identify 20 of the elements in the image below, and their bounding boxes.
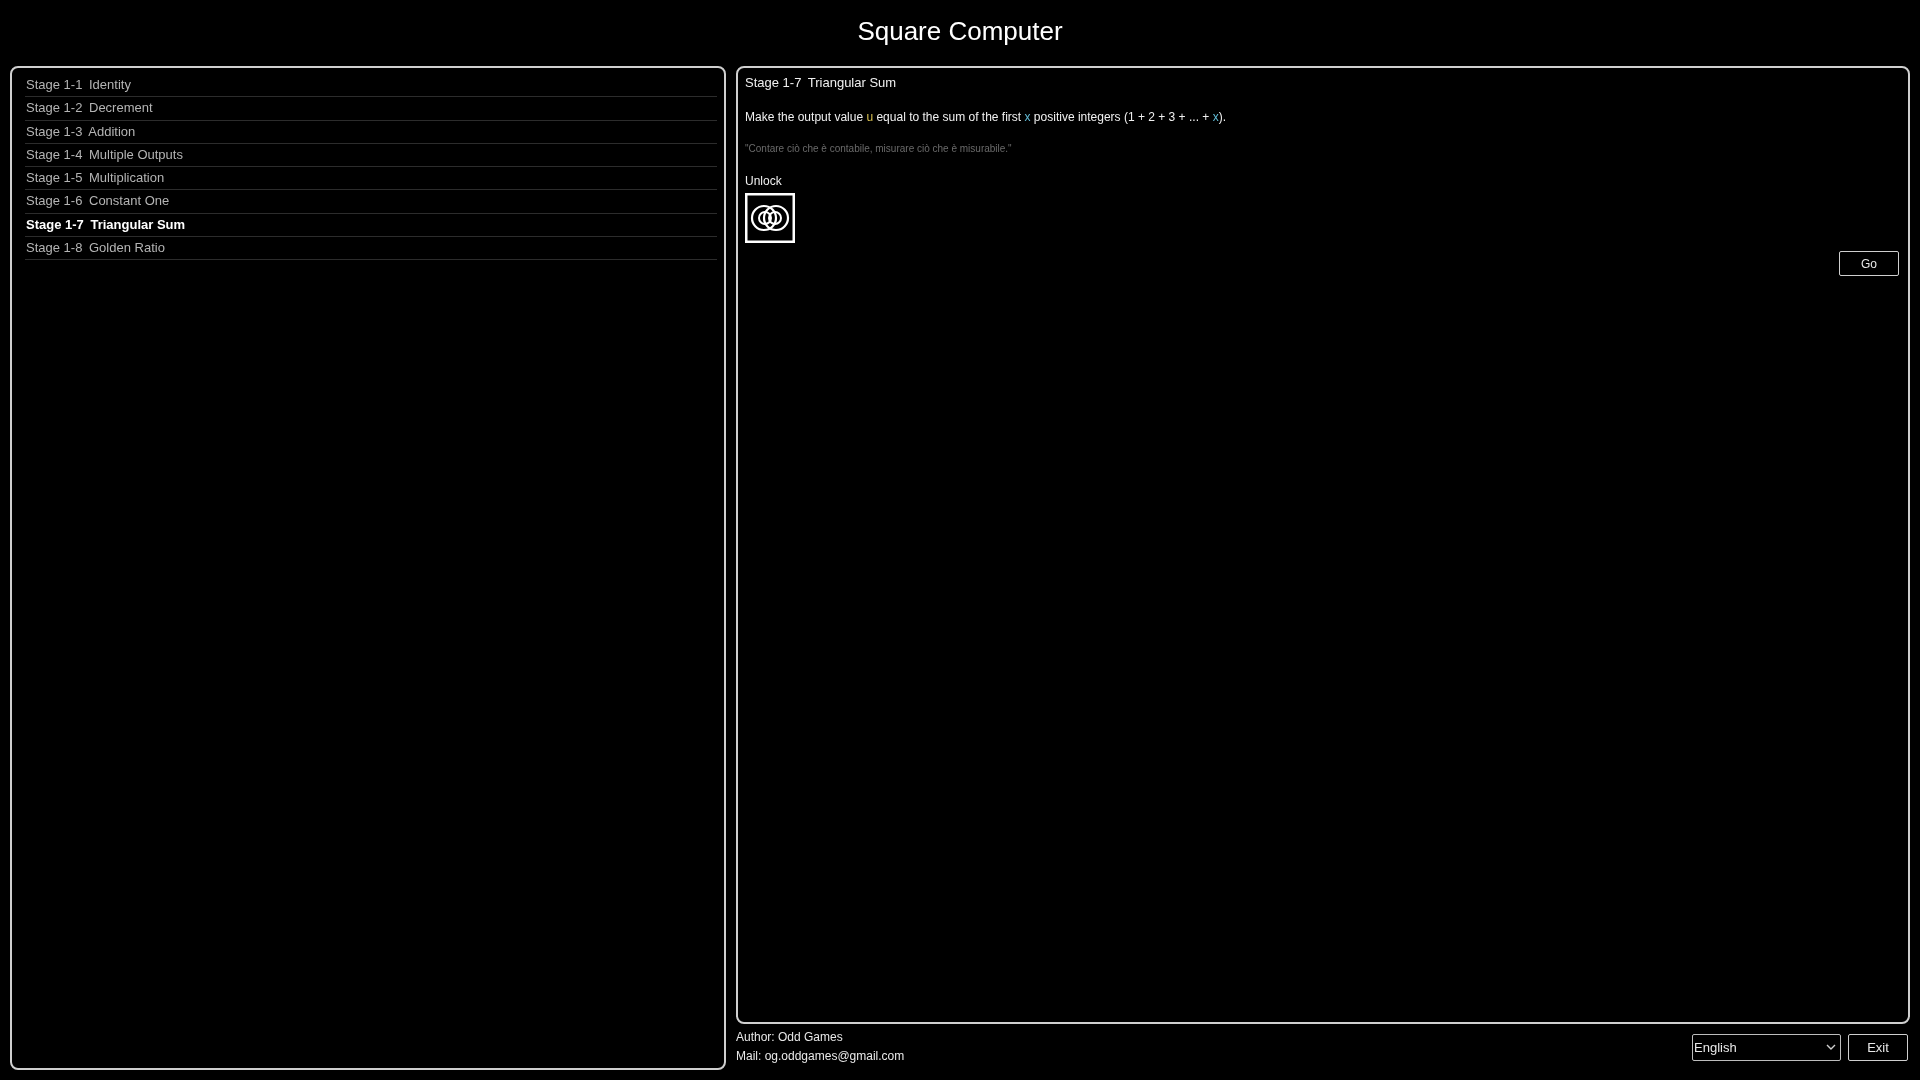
stage-list-item[interactable]: Stage 1-4 Multiple Outputs bbox=[25, 143, 717, 168]
stage-list-item[interactable]: Stage 1-6 Constant One bbox=[25, 190, 717, 214]
stage-title: Stage 1-7 Triangular Sum bbox=[745, 75, 897, 91]
stage-list-item[interactable]: Stage 1-1 Identity bbox=[25, 74, 717, 98]
stage-description: Make the output value u equal to the sum of the first x positive integers (1 + 2 + 3 + ... + x). bbox=[745, 109, 1226, 125]
app-title: Square Computer bbox=[857, 15, 1063, 47]
stage-quote: "Contare ciò che è contabile, misurare ciò che è misurabile." bbox=[745, 142, 1012, 156]
author-text: Author: Odd Games bbox=[736, 1029, 844, 1046]
go-button[interactable]: Go bbox=[1839, 251, 1899, 276]
exit-button[interactable]: Exit bbox=[1848, 1033, 1908, 1061]
stage-list-item[interactable]: Stage 1-8 Golden Ratio bbox=[25, 237, 717, 261]
stage-list-item[interactable]: Stage 1-2 Decrement bbox=[25, 97, 717, 121]
stage-list-item[interactable]: Stage 1-3 Addition bbox=[25, 120, 717, 144]
stage-list-item[interactable]: Stage 1-5 Multiplication bbox=[25, 167, 717, 191]
stage-list-item[interactable]: Stage 1-7 Triangular Sum bbox=[25, 213, 717, 238]
chevron-down-icon bbox=[1826, 1044, 1836, 1050]
language-dropdown[interactable]: English bbox=[1692, 1033, 1841, 1061]
overlapping-circles-icon bbox=[745, 193, 795, 243]
unlock-label: Unlock bbox=[745, 173, 782, 189]
mail-text: Mail: og.oddgames@gmail.com bbox=[736, 1048, 905, 1065]
